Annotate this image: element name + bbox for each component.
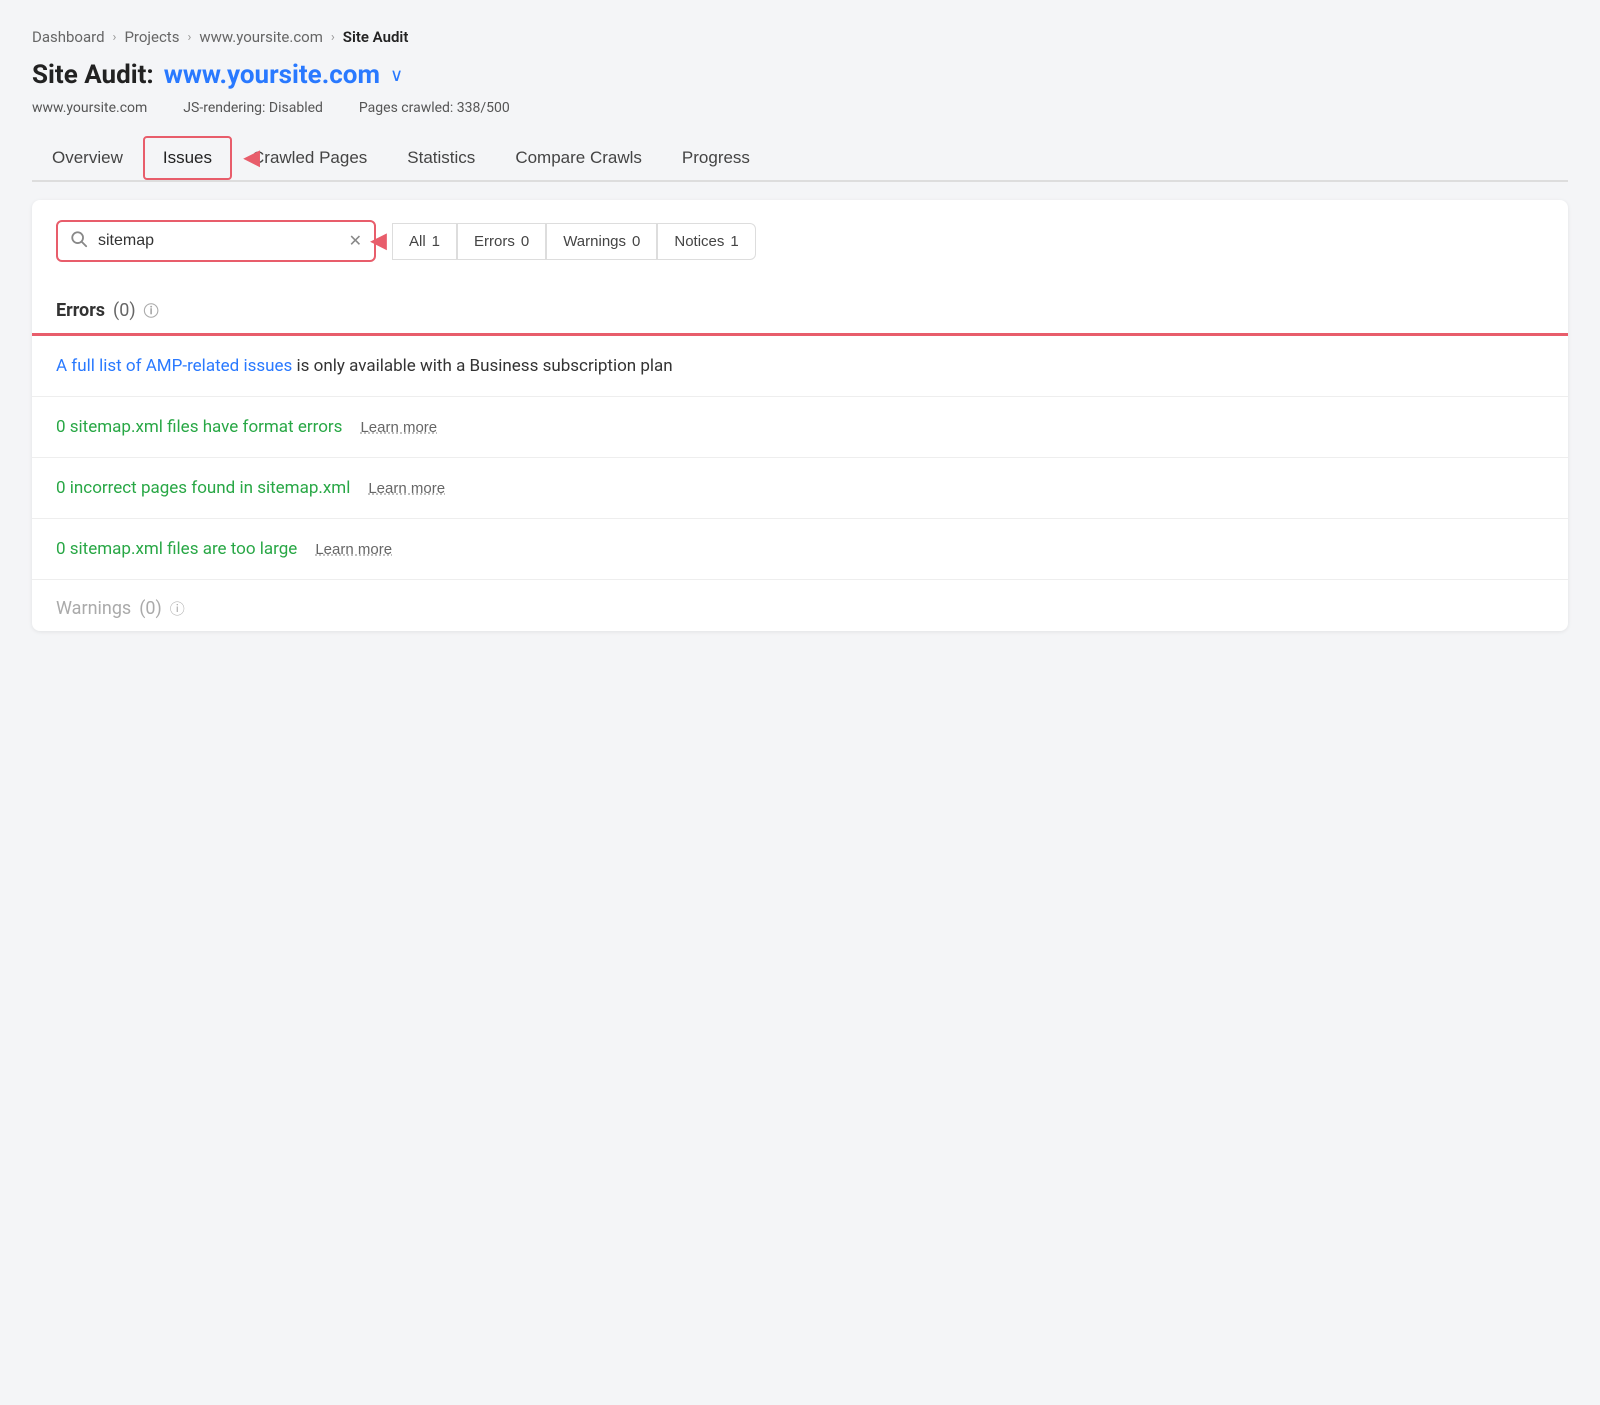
format-errors-text: 0 sitemap.xml files have format errors [56, 417, 342, 437]
too-large-row: 0 sitemap.xml files are too large Learn … [32, 519, 1568, 580]
format-errors-row: 0 sitemap.xml files have format errors L… [32, 397, 1568, 458]
filter-errors-count: 0 [521, 233, 529, 250]
too-large-text: 0 sitemap.xml files are too large [56, 539, 297, 559]
breadcrumb-site[interactable]: www.yoursite.com [199, 28, 323, 46]
warnings-section-header: Warnings (0) ⓘ [32, 580, 1568, 631]
search-icon [70, 230, 88, 252]
too-large-learn-more[interactable]: Learn more [315, 541, 392, 558]
site-url: www.yoursite.com [32, 100, 147, 116]
filter-all-button[interactable]: All 1 [392, 223, 457, 260]
tab-statistics[interactable]: Statistics [387, 136, 495, 180]
page-title-area: Site Audit: www.yoursite.com ∨ [32, 60, 1568, 90]
breadcrumb-dashboard[interactable]: Dashboard [32, 28, 105, 46]
filter-warnings-button[interactable]: Warnings 0 [546, 223, 657, 260]
warnings-label: Warnings [56, 598, 131, 619]
site-meta: www.yoursite.com JS-rendering: Disabled … [32, 100, 1568, 116]
filter-arrow-indicator: ◀ [370, 229, 387, 254]
page-title-site[interactable]: www.yoursite.com [164, 60, 380, 90]
filter-all-count: 1 [432, 233, 440, 250]
incorrect-pages-learn-more[interactable]: Learn more [368, 480, 445, 497]
filter-buttons: ◀ All 1 Errors 0 Warnings 0 Notices 1 [392, 223, 756, 260]
filter-notices-count: 1 [730, 233, 738, 250]
filter-all-label: All [409, 233, 426, 250]
breadcrumb: Dashboard › Projects › www.yoursite.com … [32, 28, 1568, 46]
amp-issue-row: A full list of AMP-related issues is onl… [32, 336, 1568, 397]
filter-errors-button[interactable]: Errors 0 [457, 223, 546, 260]
search-clear-button[interactable]: ✕ [349, 231, 362, 251]
warnings-count: (0) [139, 598, 162, 619]
issues-tab-arrow: ◀ [243, 146, 260, 171]
breadcrumb-site-audit: Site Audit [343, 28, 409, 46]
breadcrumb-sep-1: › [113, 30, 117, 45]
breadcrumb-projects[interactable]: Projects [124, 28, 179, 46]
tab-issues[interactable]: Issues [143, 136, 232, 180]
amp-issue-text: A full list of AMP-related issues is onl… [56, 356, 673, 376]
filter-warnings-count: 0 [632, 233, 640, 250]
errors-section-header: Errors (0) ⓘ [32, 282, 1568, 333]
amp-issue-suffix: is only available with a Business subscr… [292, 356, 672, 376]
errors-info-icon[interactable]: ⓘ [144, 300, 159, 321]
format-errors-learn-more[interactable]: Learn more [360, 419, 437, 436]
tab-compare-crawls[interactable]: Compare Crawls [495, 136, 662, 180]
content-card: ✕ ◀ All 1 Errors 0 Warnings 0 Notices [32, 200, 1568, 631]
incorrect-pages-text: 0 incorrect pages found in sitemap.xml [56, 478, 350, 498]
breadcrumb-sep-3: › [331, 30, 335, 45]
filter-notices-button[interactable]: Notices 1 [657, 223, 755, 260]
filter-row: ✕ ◀ All 1 Errors 0 Warnings 0 Notices [32, 200, 1568, 282]
nav-tabs: Overview Issues ◀ Crawled Pages Statisti… [32, 136, 1568, 182]
search-box[interactable]: ✕ [56, 220, 376, 262]
pages-crawled: Pages crawled: 338/500 [359, 100, 510, 116]
tab-progress[interactable]: Progress [662, 136, 770, 180]
site-dropdown-icon[interactable]: ∨ [390, 65, 403, 86]
js-rendering-status: JS-rendering: Disabled [183, 100, 323, 116]
amp-issue-link[interactable]: A full list of AMP-related issues [56, 356, 292, 376]
errors-label: Errors [56, 300, 105, 321]
incorrect-pages-row: 0 incorrect pages found in sitemap.xml L… [32, 458, 1568, 519]
tab-overview[interactable]: Overview [32, 136, 143, 180]
page-title-prefix: Site Audit: [32, 60, 154, 90]
breadcrumb-sep-2: › [187, 30, 191, 45]
page-wrapper: Dashboard › Projects › www.yoursite.com … [0, 0, 1600, 1405]
errors-count: (0) [113, 300, 136, 321]
warnings-info-icon[interactable]: ⓘ [170, 598, 185, 619]
filter-errors-label: Errors [474, 233, 515, 250]
filter-notices-label: Notices [674, 233, 724, 250]
search-input[interactable] [98, 232, 339, 250]
filter-warnings-label: Warnings [563, 233, 626, 250]
